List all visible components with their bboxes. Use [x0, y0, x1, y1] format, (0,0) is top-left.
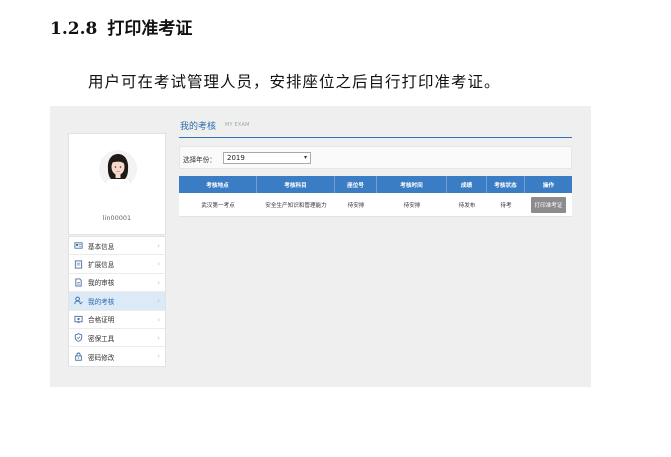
sidebar-item-label: 密保工具 — [88, 334, 115, 343]
chevron-right-icon: › — [157, 297, 160, 306]
form-icon — [74, 260, 83, 269]
sidebar-item-certificate[interactable]: 合格证明 › — [69, 311, 165, 329]
section-number: 1.2.8 — [50, 19, 98, 39]
main-panel: 我的考核 MY EXAM 选择年份： 2019 ▾ 考核地点 考核科目 座位号 … — [176, 112, 576, 374]
shield-icon — [74, 333, 83, 342]
cell-location: 武汉第一考点 — [201, 202, 235, 209]
sidebar-item-change-password[interactable]: 密码修改 › — [69, 347, 165, 365]
sidebar-item-label: 密码修改 — [88, 353, 115, 362]
header-time: 考核时间 — [377, 176, 447, 193]
print-admission-ticket-button[interactable]: 打印准考证 — [530, 196, 567, 213]
sidebar-item-label: 合格证明 — [88, 316, 115, 325]
sidebar-item-security-tools[interactable]: 密保工具 › — [69, 329, 165, 348]
cell-action: 打印准考证 — [525, 193, 572, 216]
year-select-value: 2019 — [227, 154, 245, 162]
avatar — [99, 150, 137, 188]
section-heading: 1.2.8 打印准考证 — [50, 14, 192, 39]
sidebar-item-label: 基本信息 — [88, 242, 115, 251]
dropdown-arrow-icon: ▾ — [303, 154, 307, 161]
page-title[interactable]: 我的考核 — [180, 119, 216, 132]
year-select[interactable]: 2019 ▾ — [223, 152, 311, 164]
screenshot-frame: lin00001 基本信息 › 扩展信息 › 我的审核 › 我的考核 › 合格证… — [50, 106, 591, 387]
header-status: 考核状态 — [487, 176, 525, 193]
header-score: 成绩 — [447, 176, 487, 193]
sidebar-item-label: 我的考核 — [88, 297, 115, 306]
certificate-icon — [74, 315, 83, 324]
header-seat: 座位号 — [335, 176, 377, 193]
sidebar-item-label: 扩展信息 — [88, 261, 115, 270]
id-card-icon — [74, 242, 83, 249]
page-subtitle: MY EXAM — [225, 122, 250, 128]
cell-score: 待发布 — [458, 202, 476, 209]
cell-time: 待安排 — [403, 202, 421, 209]
title-divider — [179, 137, 572, 138]
table-row: 武汉第一考点 安全生产知识和管理能力 待安排 待安排 待发布 待考 打印准考证 — [179, 193, 572, 217]
chevron-right-icon: › — [157, 242, 160, 250]
header-subject: 考核科目 — [257, 176, 335, 193]
cell-status: 待考 — [500, 202, 512, 209]
document-icon — [75, 278, 82, 287]
section-title: 打印准考证 — [107, 19, 193, 39]
sidebar-item-extended-info[interactable]: 扩展信息 › — [69, 255, 165, 274]
year-filter-label: 选择年份： — [183, 156, 216, 164]
lock-icon — [75, 352, 82, 361]
instruction-paragraph: 用户可在考试管理人员，安排座位之后自行打印准考证。 — [88, 73, 501, 91]
chevron-right-icon: › — [157, 260, 160, 269]
sidebar-item-my-review[interactable]: 我的审核 › — [69, 274, 165, 293]
table-header: 考核地点 考核科目 座位号 考核时间 成绩 考核状态 操作 — [179, 176, 572, 193]
cell-subject: 安全生产知识和管理能力 — [265, 202, 327, 209]
sidebar-item-label: 我的审核 — [88, 279, 115, 288]
user-check-icon — [74, 296, 83, 305]
header-location: 考核地点 — [179, 176, 257, 193]
chevron-right-icon: › — [157, 333, 160, 342]
chevron-right-icon: › — [157, 278, 160, 287]
chevron-right-icon: › — [157, 352, 160, 361]
sidebar-item-my-exam[interactable]: 我的考核 › — [69, 292, 165, 311]
sidebar-item-basic-info[interactable]: 基本信息 › — [69, 237, 165, 256]
user-id: lin00001 — [102, 214, 132, 222]
exam-table: 考核地点 考核科目 座位号 考核时间 成绩 考核状态 操作 武汉第一考点 安全生… — [179, 176, 572, 217]
chevron-right-icon: › — [157, 315, 160, 324]
profile-card: lin00001 — [68, 133, 166, 235]
year-filter-bar: 选择年份： 2019 ▾ — [179, 146, 572, 169]
header-action: 操作 — [542, 182, 555, 189]
cell-seat: 待安排 — [347, 202, 365, 209]
sidebar-menu: 基本信息 › 扩展信息 › 我的审核 › 我的考核 › 合格证明 › 密保工具 … — [68, 236, 166, 367]
